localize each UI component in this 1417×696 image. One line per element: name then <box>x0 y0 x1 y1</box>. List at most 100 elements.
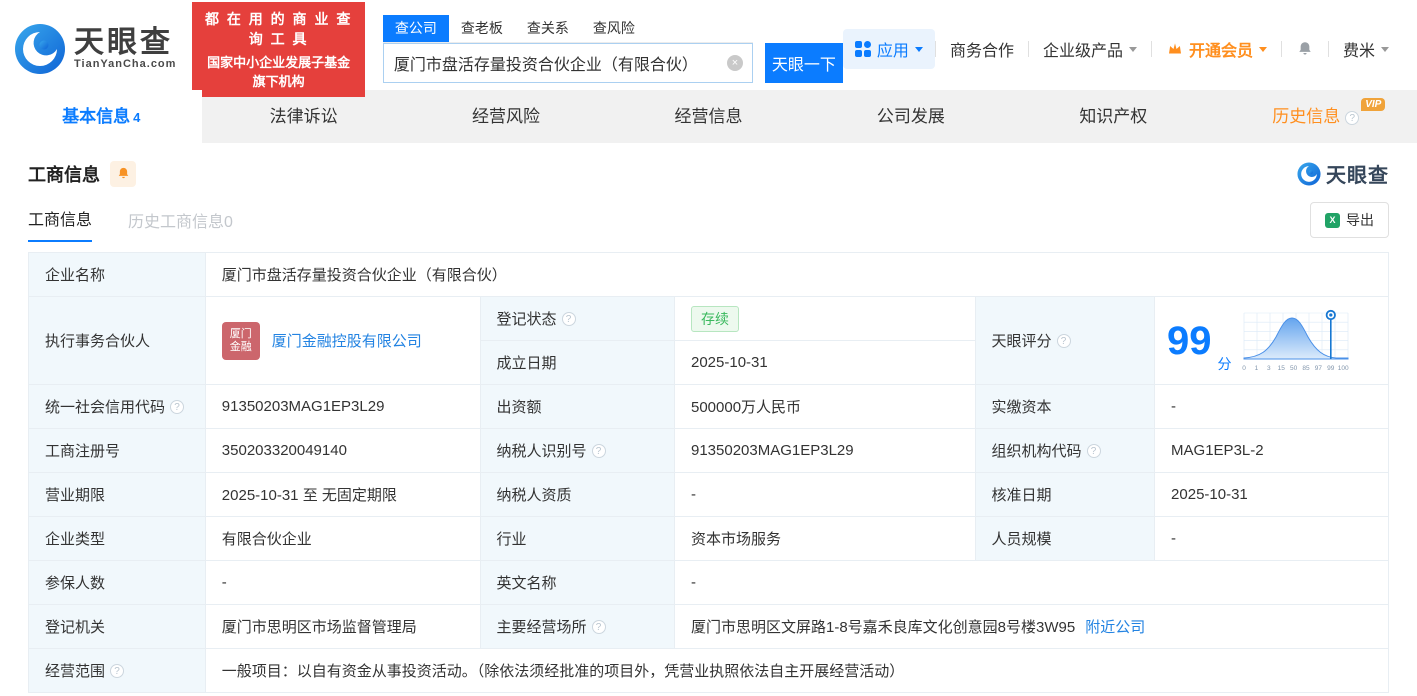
label-company-name: 企业名称 <box>29 253 206 297</box>
value-registration-status: 存续 <box>674 297 976 341</box>
tab-legal-litigation[interactable]: 法律诉讼 <box>202 90 404 143</box>
top-header: 天眼查 TianYanCha.com 都 在 用 的 商 业 查 询 工 具 国… <box>0 0 1417 97</box>
monitor-bell-button[interactable] <box>110 160 136 187</box>
value-business-scope: 一般项目：以自有资金从事投资活动。（除依法须经批准的项目外，凭营业执照依法自主开… <box>205 649 1389 693</box>
tianyancha-logo-icon <box>15 24 65 74</box>
notification-bell[interactable] <box>1282 40 1328 58</box>
label-taxpayer-id: 纳税人识别号? <box>480 429 675 473</box>
export-button[interactable]: X 导出 <box>1310 202 1389 238</box>
value-english-name: - <box>674 561 1389 605</box>
label-business-address: 主要经营场所? <box>480 605 675 649</box>
value-reg-authority: 厦门市思明区市场监督管理局 <box>205 605 481 649</box>
promo-line1: 都 在 用 的 商 业 查 询 工 具 <box>205 10 353 47</box>
help-icon[interactable]: ? <box>561 311 576 326</box>
subtab-business-info[interactable]: 工商信息 <box>28 206 93 242</box>
label-registration-status: 登记状态? <box>480 297 675 341</box>
help-icon[interactable]: ? <box>170 399 185 414</box>
value-reg-number: 350203320049140 <box>205 429 481 473</box>
subtab-history-business-info[interactable]: 历史工商信息0 <box>128 208 233 242</box>
tianyancha-logo-icon <box>1297 161 1321 186</box>
chevron-down-icon <box>1128 46 1137 52</box>
svg-text:97: 97 <box>1314 365 1322 372</box>
label-establish-date: 成立日期 <box>480 341 675 385</box>
label-business-scope: 经营范围? <box>29 649 206 693</box>
tab-intellectual-property[interactable]: 知识产权 <box>1012 90 1214 143</box>
score-number: 99 <box>1167 318 1212 363</box>
search-tab-boss[interactable]: 查老板 <box>449 15 515 42</box>
search-input[interactable] <box>382 43 753 83</box>
label-capital: 出资额 <box>480 385 675 429</box>
value-company-type: 有限合伙企业 <box>205 517 481 561</box>
value-taxpayer-id: 91350203MAG1EP3L29 <box>674 429 976 473</box>
username: 费米 <box>1342 43 1375 60</box>
value-credit-code: 91350203MAG1EP3L29 <box>205 385 481 429</box>
section-title: 工商信息 <box>28 164 100 185</box>
chevron-down-icon <box>1258 46 1267 52</box>
search-tab-relation[interactable]: 查关系 <box>515 15 581 42</box>
value-establish-date: 2025-10-31 <box>674 341 976 385</box>
value-company-name: 厦门市盘活存量投资合伙企业（有限合伙） <box>205 253 1389 297</box>
tab-company-development[interactable]: 公司发展 <box>810 90 1012 143</box>
main-content: 工商信息 天眼查 工商信息 历史工商信息0 X 导出 企业名称 厦门市盘活存量投… <box>0 143 1417 693</box>
search-block: 查公司 查老板 查关系 查风险 × 天眼一下 <box>382 15 843 83</box>
menu-apps[interactable]: 应用 <box>842 29 935 69</box>
search-tab-risk[interactable]: 查风险 <box>581 15 647 42</box>
menu-enterprise-products[interactable]: 企业级产品 <box>1029 37 1151 61</box>
search-tabs: 查公司 查老板 查关系 查风险 <box>382 15 753 43</box>
bell-icon <box>118 167 128 179</box>
label-insured-count: 参保人数 <box>29 561 206 605</box>
help-icon[interactable]: ? <box>1345 111 1360 125</box>
menu-apps-label: 应用 <box>876 43 909 60</box>
label-tianyan-score: 天眼评分? <box>975 297 1156 385</box>
status-badge: 存续 <box>690 305 739 332</box>
tianyancha-logo[interactable]: 天眼查 TianYanCha.com <box>14 23 176 75</box>
crown-icon <box>1168 43 1181 54</box>
menu-business-cooperation[interactable]: 商务合作 <box>936 37 1028 61</box>
value-tianyan-score: 99 分 0 1 3 15 50 85 97 99 100 <box>1155 297 1389 385</box>
brand-name: 天眼查 <box>74 26 173 59</box>
value-capital: 500000万人民币 <box>674 385 976 429</box>
menu-open-vip[interactable]: 开通会员 <box>1152 37 1281 61</box>
clear-icon[interactable]: × <box>726 55 743 71</box>
svg-text:15: 15 <box>1277 365 1285 372</box>
tab-operating-info[interactable]: 经营信息 <box>607 90 809 143</box>
svg-text:3: 3 <box>1267 365 1271 372</box>
svg-text:0: 0 <box>1242 365 1246 372</box>
partner-logo: 厦门 金融 <box>221 321 260 360</box>
tab-operating-risk[interactable]: 经营风险 <box>405 90 607 143</box>
help-icon[interactable]: ? <box>1086 443 1101 458</box>
search-button[interactable]: 天眼一下 <box>764 43 843 83</box>
label-english-name: 英文名称 <box>480 561 675 605</box>
tab-basic-info[interactable]: 基本信息 4 <box>0 90 203 143</box>
label-approval-date: 核准日期 <box>975 473 1156 517</box>
value-insured-count: - <box>205 561 481 605</box>
label-paid-capital: 实缴资本 <box>975 385 1156 429</box>
nearby-companies-link[interactable]: 附近公司 <box>1085 616 1145 637</box>
label-executive-partner: 执行事务合伙人 <box>29 297 206 385</box>
value-taxpayer-quality: - <box>674 473 976 517</box>
watermark-text: 天眼查 <box>1326 165 1389 187</box>
user-menu[interactable]: 费米 <box>1329 37 1403 61</box>
partner-company-link[interactable]: 厦门金融控股有限公司 <box>272 330 422 351</box>
help-icon[interactable]: ? <box>110 663 125 678</box>
help-icon[interactable]: ? <box>591 619 606 634</box>
label-reg-number: 工商注册号 <box>29 429 206 473</box>
value-org-code: MAG1EP3L-2 <box>1155 429 1389 473</box>
chevron-down-icon <box>914 46 923 52</box>
business-info-table: 企业名称 厦门市盘活存量投资合伙企业（有限合伙） 执行事务合伙人 厦门 金融 厦… <box>28 252 1389 693</box>
score-unit: 分 <box>1217 356 1232 372</box>
tab-basic-count: 4 <box>133 110 141 125</box>
score-distribution-chart: 0 1 3 15 50 85 97 99 100 <box>1242 309 1349 372</box>
watermark-logo: 天眼查 <box>1297 159 1389 188</box>
help-icon[interactable]: ? <box>1056 333 1071 348</box>
label-taxpayer-quality: 纳税人资质 <box>480 473 675 517</box>
svg-text:1: 1 <box>1254 365 1258 372</box>
promo-line2: 国家中小企业发展子基金旗下机构 <box>207 54 351 89</box>
search-tab-company[interactable]: 查公司 <box>382 15 449 42</box>
value-paid-capital: - <box>1155 385 1389 429</box>
help-icon[interactable]: ? <box>591 443 606 458</box>
tab-history-info[interactable]: 历史信息? VIP <box>1215 90 1417 143</box>
label-industry: 行业 <box>480 517 675 561</box>
apps-grid-icon <box>854 41 871 57</box>
svg-text:50: 50 <box>1290 365 1298 372</box>
